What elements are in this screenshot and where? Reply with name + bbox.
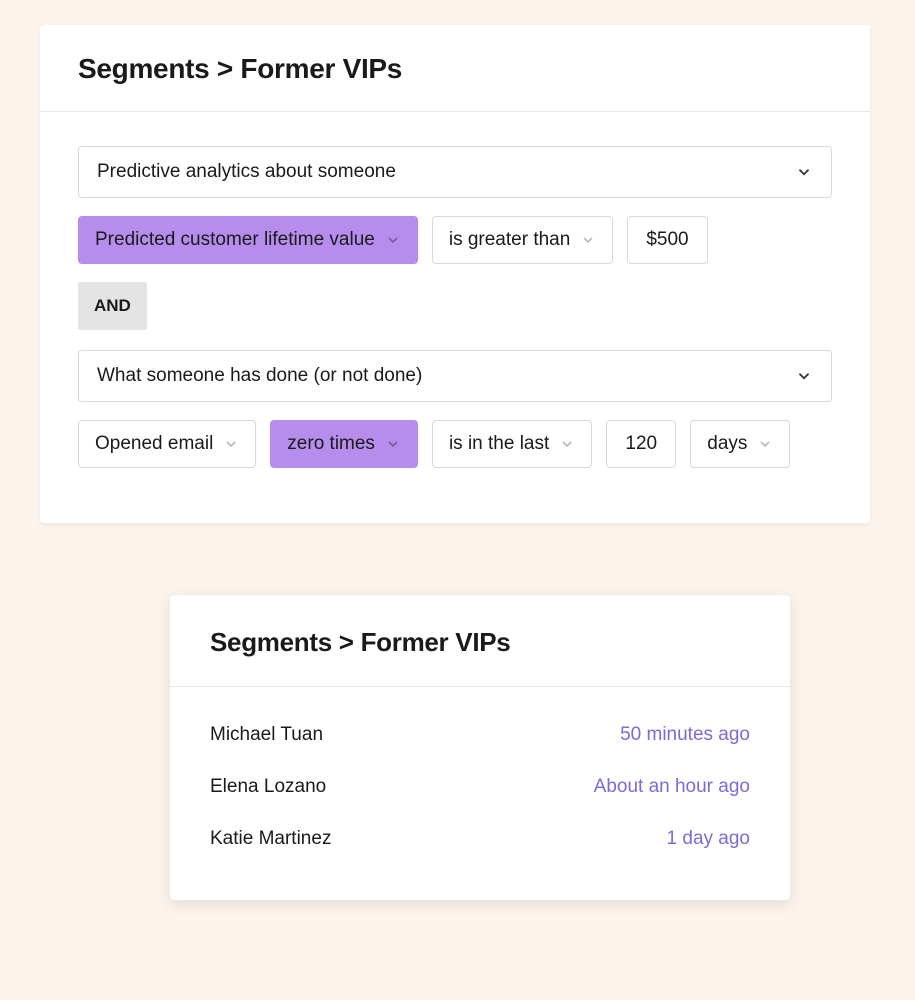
logic-operator-badge[interactable]: AND bbox=[78, 282, 147, 330]
event-select[interactable]: Opened email bbox=[78, 420, 256, 468]
range-value-input[interactable]: 120 bbox=[606, 420, 676, 468]
member-time: 1 day ago bbox=[667, 828, 750, 850]
range-unit-select[interactable]: days bbox=[690, 420, 790, 468]
segment-builder-card: Segments > Former VIPs Predictive analyt… bbox=[40, 25, 870, 523]
range-unit-label: days bbox=[707, 433, 747, 455]
chevron-down-icon bbox=[757, 436, 773, 452]
segment-members-card: Segments > Former VIPs Michael Tuan 50 m… bbox=[170, 595, 790, 900]
member-time: 50 minutes ago bbox=[620, 724, 750, 746]
member-name: Michael Tuan bbox=[210, 724, 323, 746]
count-label: zero times bbox=[287, 433, 375, 455]
condition-category-label: Predictive analytics about someone bbox=[97, 161, 396, 183]
segment-members-list: Michael Tuan 50 minutes ago Elena Lozano… bbox=[170, 687, 790, 865]
chevron-down-icon bbox=[795, 367, 813, 385]
segment-builder-body: Predictive analytics about someone Predi… bbox=[40, 112, 870, 468]
chevron-down-icon bbox=[385, 436, 401, 452]
chevron-down-icon bbox=[385, 232, 401, 248]
member-time: About an hour ago bbox=[594, 776, 750, 798]
segment-members-header: Segments > Former VIPs bbox=[170, 595, 790, 687]
chevron-down-icon bbox=[795, 163, 813, 181]
event-label: Opened email bbox=[95, 433, 213, 455]
breadcrumb: Segments > Former VIPs bbox=[210, 627, 750, 658]
condition-category-select[interactable]: Predictive analytics about someone bbox=[78, 146, 832, 198]
chevron-down-icon bbox=[559, 436, 575, 452]
list-item[interactable]: Michael Tuan 50 minutes ago bbox=[210, 709, 750, 761]
metric-label: Predicted customer lifetime value bbox=[95, 229, 375, 251]
range-operator-select[interactable]: is in the last bbox=[432, 420, 592, 468]
range-operator-label: is in the last bbox=[449, 433, 549, 455]
chevron-down-icon bbox=[580, 232, 596, 248]
threshold-input[interactable]: $500 bbox=[627, 216, 707, 264]
breadcrumb: Segments > Former VIPs bbox=[78, 53, 832, 85]
comparator-select[interactable]: is greater than bbox=[432, 216, 613, 264]
member-name: Katie Martinez bbox=[210, 828, 331, 850]
list-item[interactable]: Elena Lozano About an hour ago bbox=[210, 761, 750, 813]
condition-category-label: What someone has done (or not done) bbox=[97, 365, 422, 387]
metric-select[interactable]: Predicted customer lifetime value bbox=[78, 216, 418, 264]
condition-row: Opened email zero times is in the last 1… bbox=[78, 420, 832, 468]
member-name: Elena Lozano bbox=[210, 776, 326, 798]
condition-category-select[interactable]: What someone has done (or not done) bbox=[78, 350, 832, 402]
condition-row: Predicted customer lifetime value is gre… bbox=[78, 216, 832, 264]
list-item[interactable]: Katie Martinez 1 day ago bbox=[210, 813, 750, 865]
count-select[interactable]: zero times bbox=[270, 420, 418, 468]
comparator-label: is greater than bbox=[449, 229, 570, 251]
segment-builder-header: Segments > Former VIPs bbox=[40, 25, 870, 112]
chevron-down-icon bbox=[223, 436, 239, 452]
